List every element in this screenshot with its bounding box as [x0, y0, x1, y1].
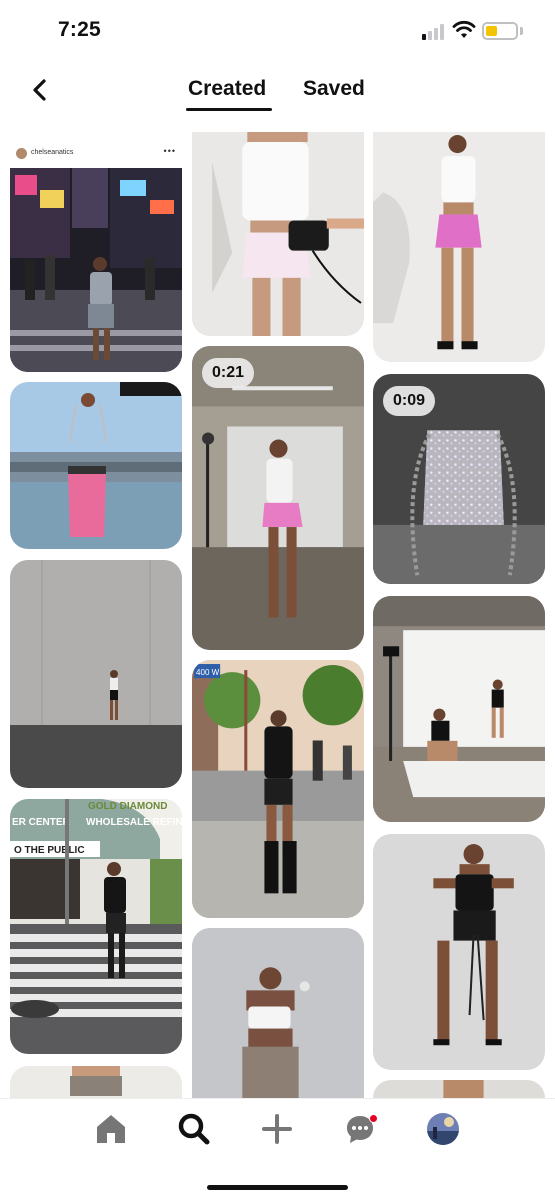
profile-avatar — [427, 1113, 459, 1145]
nav-search[interactable] — [174, 1109, 214, 1149]
studio-shoot-photo — [373, 596, 545, 822]
bottom-navigation — [0, 1098, 555, 1200]
street-sign-text: 400 W — [196, 668, 220, 677]
sign-gold-diamond: GOLD DIAMOND — [88, 801, 167, 812]
nav-create[interactable] — [257, 1109, 297, 1149]
home-indicator — [207, 1185, 348, 1190]
search-icon — [178, 1113, 210, 1145]
city-sidewalk-photo: 400 W — [192, 660, 364, 918]
instagram-avatar — [16, 148, 27, 159]
pin-street-style[interactable]: chelseanatics ••• — [10, 140, 182, 372]
nav-home[interactable] — [91, 1109, 131, 1149]
sign-public: O THE PUBLIC — [14, 845, 85, 856]
status-time: 7:25 — [58, 18, 101, 41]
nav-messages[interactable] — [340, 1109, 380, 1149]
sign-wholesale: WHOLESALE REFINE — [86, 817, 182, 828]
pink-bag-photo — [10, 382, 182, 549]
pin-pink-bag[interactable] — [10, 382, 182, 549]
tab-saved[interactable]: Saved — [303, 77, 365, 101]
active-tab-indicator — [186, 108, 272, 111]
pin-studio-video[interactable]: 0:21 — [192, 346, 364, 650]
pin-cropped-2[interactable] — [373, 1080, 545, 1098]
pin-studio-shoot[interactable] — [373, 596, 545, 822]
battery-tip — [520, 27, 523, 35]
nav-profile[interactable] — [423, 1109, 463, 1149]
chevron-left-icon — [33, 79, 46, 101]
pin-black-outfit[interactable] — [373, 834, 545, 1070]
cellular-signal-icon — [422, 24, 446, 40]
black-outfit-photo — [373, 834, 545, 1070]
crosswalk-photo: GOLD DIAMOND ER CENTER WHOLESALE REFINE … — [10, 799, 182, 1054]
concrete-wall-photo — [10, 560, 182, 788]
wifi-icon — [452, 20, 476, 38]
street-style-photo — [10, 140, 182, 372]
tab-created[interactable]: Created — [188, 77, 266, 101]
status-bar: 7:25 — [0, 0, 555, 62]
profile-header: Created Saved — [0, 62, 555, 132]
pin-concrete-wall[interactable] — [10, 560, 182, 788]
pin-crosswalk[interactable]: GOLD DIAMOND ER CENTER WHOLESALE REFINE … — [10, 799, 182, 1054]
back-button[interactable] — [24, 74, 56, 106]
pin-sparkle-bag-video[interactable]: 0:09 — [373, 374, 545, 584]
video-duration-badge: 0:21 — [202, 358, 255, 388]
cropped-photo — [10, 1066, 182, 1098]
more-icon: ••• — [163, 146, 176, 156]
pin-flash-portrait[interactable] — [192, 928, 364, 1098]
cropped-photo-2 — [373, 1080, 545, 1098]
pin-city-sidewalk[interactable]: 400 W — [192, 660, 364, 918]
notification-dot — [369, 1114, 378, 1123]
home-icon — [97, 1115, 125, 1143]
video-duration-badge: 0:09 — [383, 386, 436, 416]
flash-portrait-photo — [192, 928, 364, 1098]
pin-white-top-pink-skirt[interactable] — [192, 132, 364, 336]
pin-feed[interactable]: chelseanatics ••• GOLD DIAMOND ER CENTER… — [0, 132, 555, 1098]
pin-studio-pose[interactable] — [373, 132, 545, 362]
instagram-username: chelseanatics — [31, 149, 74, 156]
plus-icon — [262, 1114, 292, 1144]
studio-pose-photo — [373, 132, 545, 362]
studio-video-thumbnail — [192, 346, 364, 650]
pin-cropped[interactable] — [10, 1066, 182, 1098]
sign-center: ER CENTER — [12, 817, 71, 828]
battery-icon — [482, 22, 518, 40]
instagram-header: chelseanatics ••• — [10, 140, 182, 168]
white-top-pink-skirt-photo — [192, 132, 364, 336]
